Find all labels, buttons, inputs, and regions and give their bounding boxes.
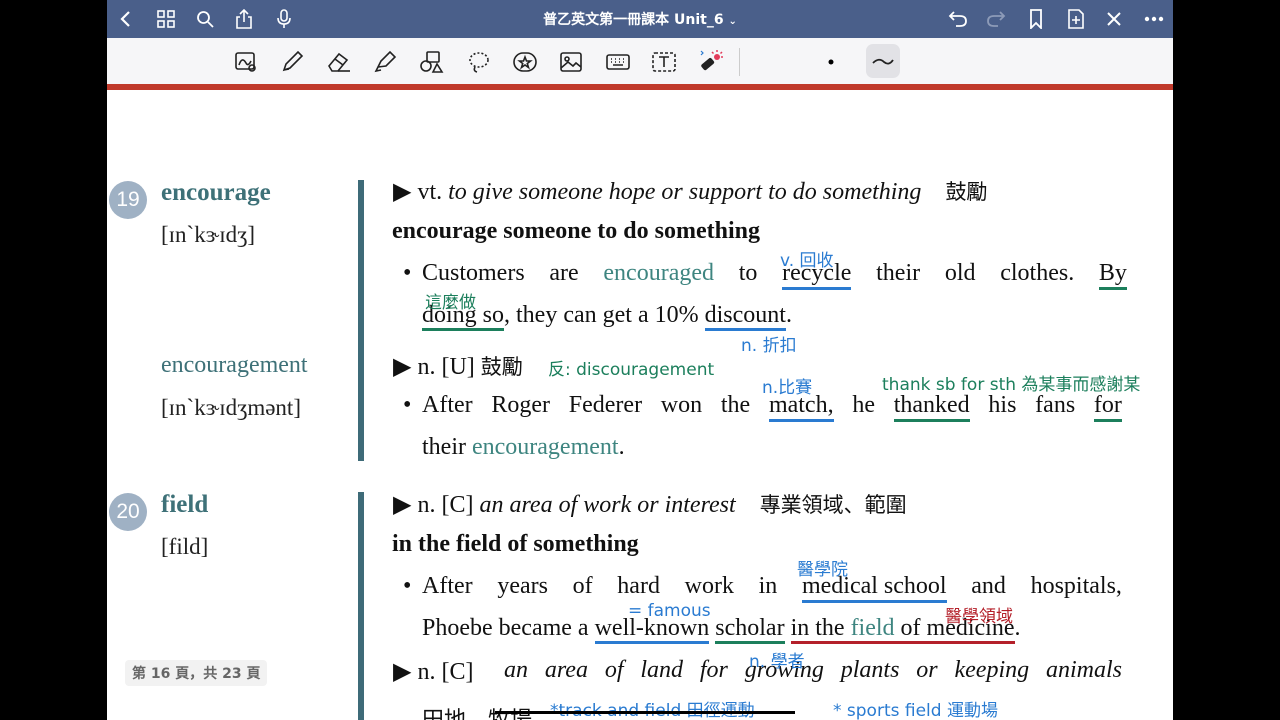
- annotation-match[interactable]: n.比賽: [762, 373, 812, 398]
- annotation-discount[interactable]: n. 折扣: [741, 331, 797, 356]
- headword: field: [161, 491, 209, 518]
- annotation-doing-so[interactable]: 這麼做: [425, 288, 476, 313]
- page-indicator: 第 16 頁，共 23 頁: [125, 660, 268, 686]
- phrase-line: in the field of something: [392, 531, 639, 557]
- bullet: •: [403, 260, 412, 286]
- bullet: •: [403, 573, 412, 599]
- definition-marker: ▶ n. [C]: [393, 659, 474, 685]
- definition-text: an area of land for growing plants or ke…: [504, 657, 1122, 683]
- derivative-phonetic: [ɪn`kɝɪdʒmənt]: [161, 395, 301, 420]
- lasso-icon[interactable]: [465, 48, 493, 76]
- headword: encourage: [161, 179, 271, 206]
- add-page-icon[interactable]: [1065, 8, 1087, 30]
- definition-line: ▶ n. [C] an area of work or interest 專業領…: [393, 492, 907, 518]
- notes-app: 普乙英文第一冊課本 Unit_6 ⌄ 19 encourage [ɪn`kɝɪd…: [107, 0, 1173, 720]
- pen-stroke[interactable]: [495, 711, 795, 714]
- close-icon[interactable]: [1103, 8, 1125, 30]
- redo-icon[interactable]: [985, 8, 1007, 30]
- annotation-medical-school[interactable]: 醫學院: [797, 555, 848, 580]
- annotation-recycle[interactable]: v. 回收: [780, 246, 834, 271]
- entry-divider-bar: [358, 492, 364, 720]
- example-sentence: After years of hard work in medical scho…: [422, 573, 1122, 603]
- color-dot-icon[interactable]: [817, 48, 845, 76]
- entry-divider-bar: [358, 180, 364, 461]
- laser-pointer-icon[interactable]: [697, 48, 725, 76]
- pen-icon[interactable]: [278, 48, 306, 76]
- sticker-icon[interactable]: [511, 48, 539, 76]
- undo-icon[interactable]: [947, 8, 969, 30]
- annotation-sports-field[interactable]: * sports field 運動場: [833, 696, 998, 720]
- example-sentence-cont: Phoebe became a well-known scholar in th…: [422, 615, 1021, 644]
- lasso-image-icon[interactable]: [232, 48, 260, 76]
- title-bar: 普乙英文第一冊課本 Unit_6 ⌄: [107, 0, 1173, 38]
- derivative-word: encouragement: [161, 352, 308, 378]
- example-sentence-cont: their encouragement.: [422, 434, 625, 460]
- phonetic: [ɪn`kɝɪdʒ]: [161, 222, 255, 247]
- document-page: 19 encourage [ɪn`kɝɪdʒ] encouragement [ɪ…: [107, 90, 1173, 720]
- bullet: •: [403, 392, 412, 418]
- phonetic: [fild]: [161, 534, 209, 559]
- phrase-line: encourage someone to do something: [392, 218, 760, 244]
- example-sentence: Customers are encouraged to recycle thei…: [422, 260, 1127, 290]
- drawing-toolbar: [107, 38, 1173, 84]
- image-icon[interactable]: [557, 48, 585, 76]
- annotation-famous[interactable]: = famous: [628, 601, 711, 621]
- document-title[interactable]: 普乙英文第一冊課本 Unit_6 ⌄: [107, 9, 1173, 29]
- definition-line: ▶ n. [U] 鼓勵: [393, 354, 523, 380]
- text-box-icon[interactable]: [650, 48, 678, 76]
- annotation-antonym[interactable]: 反: discouragement: [548, 355, 714, 380]
- highlighter-icon[interactable]: [371, 48, 399, 76]
- keyboard-icon[interactable]: [604, 48, 632, 76]
- annotation-field-medicine[interactable]: 醫學領域: [945, 602, 1013, 627]
- bookmark-icon[interactable]: [1025, 8, 1047, 30]
- entry-number-badge: 20: [109, 493, 147, 531]
- annotation-track-field[interactable]: *track and field 田徑運動: [550, 696, 755, 720]
- toolbar-divider: [739, 48, 740, 76]
- stroke-width-icon[interactable]: [866, 44, 900, 78]
- annotation-scholar[interactable]: n. 學者: [749, 647, 805, 672]
- annotation-thank[interactable]: thank sb for sth 為某事而感謝某: [882, 370, 1140, 395]
- example-sentence-cont: doing so, they can get a 10% discount.: [422, 302, 792, 331]
- entry-number-badge: 19: [109, 181, 147, 219]
- eraser-icon[interactable]: [325, 48, 353, 76]
- definition-line: ▶ vt. to give someone hope or support to…: [393, 179, 988, 205]
- more-icon[interactable]: [1143, 8, 1165, 30]
- shapes-icon[interactable]: [418, 48, 446, 76]
